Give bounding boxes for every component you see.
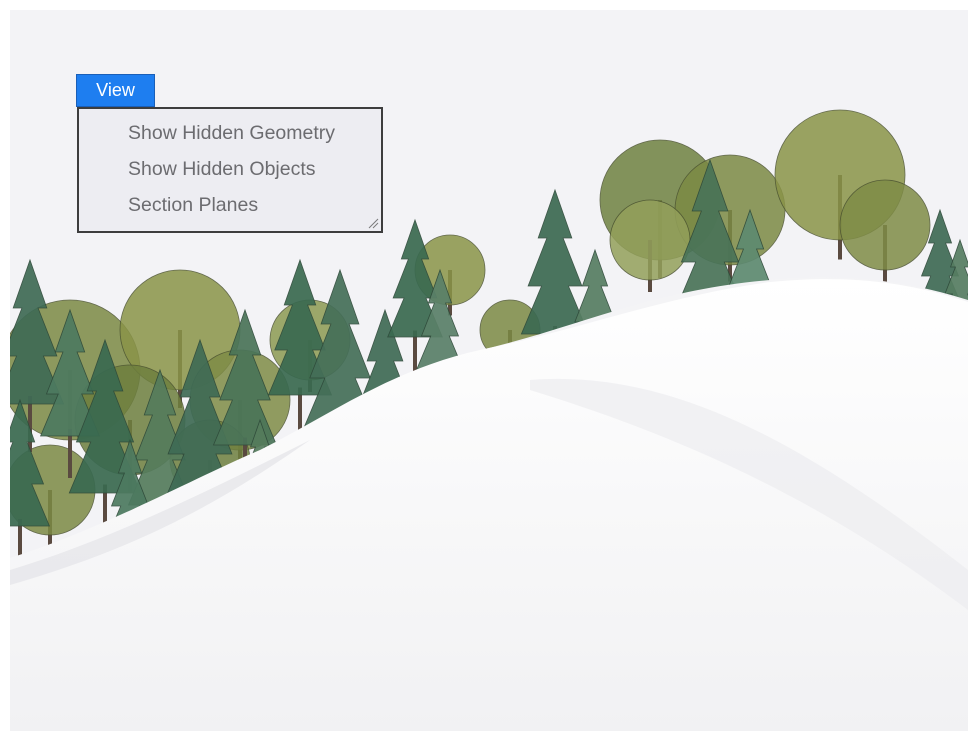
- menu-item-show-hidden-objects[interactable]: Show Hidden Objects: [79, 151, 381, 187]
- view-menu-button[interactable]: View: [76, 74, 155, 107]
- model-viewport[interactable]: View Show Hidden Geometry Show Hidden Ob…: [10, 10, 968, 731]
- view-menu-list: Show Hidden Geometry Show Hidden Objects…: [79, 109, 381, 223]
- menu-item-show-hidden-geometry[interactable]: Show Hidden Geometry: [79, 115, 381, 151]
- menu-item-section-planes[interactable]: Section Planes: [79, 187, 381, 223]
- resize-grip-icon[interactable]: [367, 217, 379, 229]
- view-menu-dropdown: Show Hidden Geometry Show Hidden Objects…: [77, 107, 383, 233]
